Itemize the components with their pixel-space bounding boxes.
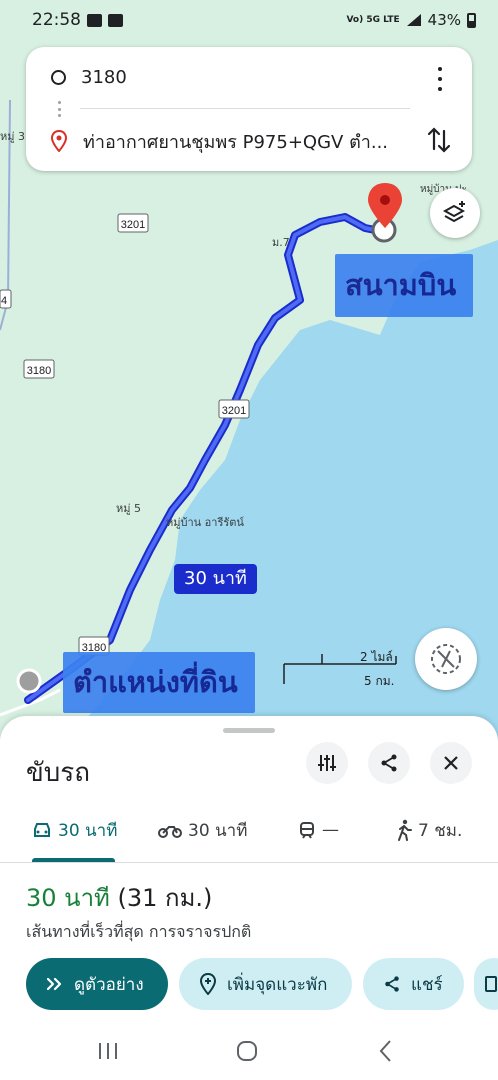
back-icon xyxy=(379,1040,391,1062)
share-icon xyxy=(385,976,399,992)
swap-icon[interactable] xyxy=(424,125,454,155)
modes-divider xyxy=(0,862,498,863)
svg-text:4: 4 xyxy=(1,295,7,307)
share-route-button[interactable] xyxy=(368,742,410,784)
destination-field[interactable]: ท่าอากาศยานชุมพร P975+QGV ตำ... xyxy=(26,119,472,163)
road-shield-3201-north: 3201 xyxy=(117,213,149,233)
place-label-moo7: ม.7 xyxy=(272,236,290,249)
directions-card: 3180 ท่าอากาศยานชุมพร P975+QGV ตำ... xyxy=(26,47,472,171)
battery-icon xyxy=(467,12,476,28)
origin-field[interactable]: 3180 xyxy=(26,55,472,99)
battery-percent: 43% xyxy=(427,11,461,29)
close-button[interactable] xyxy=(430,742,472,784)
connector-dots-icon xyxy=(57,101,61,117)
place-label-moo3: หมู่ 3 xyxy=(0,130,25,143)
mode-car-label: 30 นาที xyxy=(58,820,118,841)
route-description: เส้นทางที่เร็วที่สุด การจราจรปกติ xyxy=(26,922,252,941)
status-bar: 22:58 Vo) 5G LTE 43% xyxy=(0,0,498,40)
layers-button[interactable] xyxy=(430,188,480,238)
system-nav-bar xyxy=(0,1022,498,1080)
route-summary: 30 นาที (31 กม.) xyxy=(26,878,212,917)
gallery-icon xyxy=(87,13,102,27)
back-button[interactable] xyxy=(371,1036,401,1066)
steps-icon xyxy=(485,976,497,992)
compass-icon xyxy=(431,644,461,674)
origin-circle-icon xyxy=(51,69,66,85)
preview-label: ดูตัวอย่าง xyxy=(74,974,144,995)
svg-text:3201: 3201 xyxy=(222,405,246,417)
share-button[interactable]: แชร์ xyxy=(363,958,464,1010)
add-stop-button[interactable]: เพิ่มจุดแวะพัก xyxy=(179,958,352,1010)
route-distance: (31 กม.) xyxy=(117,884,213,912)
status-time: 22:58 xyxy=(32,10,81,30)
route-options-button[interactable] xyxy=(306,742,348,784)
youtube-icon xyxy=(108,13,123,27)
more-actions-button[interactable] xyxy=(474,958,498,1010)
road-shield-4: 4 xyxy=(0,289,12,309)
scale-miles: 2 ไมล์ xyxy=(360,650,393,664)
status-right: Vo) 5G LTE 43% xyxy=(346,11,476,29)
share-label: แชร์ xyxy=(411,974,443,995)
network-label: Vo) 5G LTE xyxy=(346,14,400,25)
place-label-moo5: หมู่ 5 xyxy=(116,502,141,515)
home-button[interactable] xyxy=(232,1036,262,1066)
recenter-button[interactable] xyxy=(415,628,477,690)
mode-walk[interactable]: 7 ชม. xyxy=(396,812,462,848)
more-options-icon[interactable] xyxy=(430,67,450,91)
travel-modes: 30 นาที 30 นาที — 7 ชม. xyxy=(0,812,498,860)
layers-icon xyxy=(442,201,466,223)
road-shield-3180-west: 3180 xyxy=(23,359,55,379)
mode-walk-label: 7 ชม. xyxy=(418,820,463,841)
svg-text:3201: 3201 xyxy=(121,219,145,231)
recent-apps-icon xyxy=(99,1043,117,1059)
recent-apps-button[interactable] xyxy=(93,1036,123,1066)
walk-icon xyxy=(398,819,412,841)
mode-motorcycle-label: 30 นาที xyxy=(188,820,248,841)
drag-handle[interactable] xyxy=(223,728,275,733)
mode-motorcycle[interactable]: 30 นาที xyxy=(158,812,247,848)
land-position-overlay-label: ตำแหน่งที่ดิน xyxy=(63,652,255,713)
place-label-aree-rat: หมู่บ้าน อารีรัตน์ xyxy=(166,516,244,529)
preview-button[interactable]: ดูตัวอย่าง xyxy=(26,958,168,1010)
add-location-icon xyxy=(199,973,217,995)
mode-transit[interactable]: — xyxy=(298,812,339,848)
signal-icon xyxy=(406,14,421,26)
fast-forward-icon xyxy=(46,977,62,991)
action-buttons: ดูตัวอย่าง เพิ่มจุดแวะพัก แชร์ xyxy=(26,958,498,1010)
mode-car[interactable]: 30 นาที xyxy=(32,812,117,848)
airport-overlay-label: สนามบิน xyxy=(335,254,473,317)
car-icon xyxy=(34,823,50,837)
share-icon xyxy=(381,754,397,772)
train-icon xyxy=(300,822,314,839)
location-pin-icon xyxy=(50,130,68,152)
sheet-title: ขับรถ xyxy=(26,758,90,788)
route-duration: 30 นาที xyxy=(26,884,110,912)
origin-text: 3180 xyxy=(81,66,127,88)
divider xyxy=(80,108,410,109)
route-time-label[interactable]: 30 นาที xyxy=(174,564,257,594)
home-icon xyxy=(237,1041,257,1061)
sliders-icon xyxy=(318,755,336,771)
destination-text: ท่าอากาศยานชุมพร P975+QGV ตำ... xyxy=(83,131,389,153)
add-stop-label: เพิ่มจุดแวะพัก xyxy=(227,974,328,995)
road-shield-3201-coast: 3201 xyxy=(218,399,250,419)
origin-marker[interactable] xyxy=(16,668,42,694)
scale-km: 5 กม. xyxy=(364,674,395,688)
motorcycle-icon xyxy=(158,826,182,838)
svg-text:3180: 3180 xyxy=(27,365,51,377)
mode-transit-label: — xyxy=(322,820,339,840)
close-icon xyxy=(444,756,458,770)
